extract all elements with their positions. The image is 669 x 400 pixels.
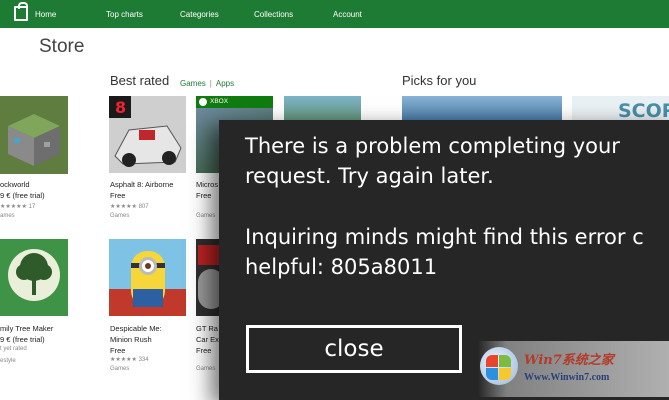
filter-apps-link[interactable]: Apps (216, 79, 234, 88)
app-rating: t yet rated (0, 346, 27, 352)
tree-icon (0, 239, 68, 316)
app-tile-blockworld[interactable] (0, 96, 68, 174)
app-price: Free (196, 346, 212, 355)
nav-top-charts[interactable]: Top charts (106, 0, 143, 28)
filter-separator: | (209, 79, 212, 88)
xbox-badge: XBOX (196, 96, 273, 108)
app-rating: ★★★★★ 807 (110, 204, 149, 210)
app-price: 9 € (free trial) (0, 335, 45, 344)
page-title: Store (39, 36, 85, 57)
watermark-title: Win7系统之家 (524, 353, 614, 368)
app-category: Games (196, 213, 216, 219)
app-price: Free (196, 191, 212, 200)
nav-collections[interactable]: Collections (254, 0, 293, 28)
app-name[interactable]: Despicable Me: (110, 324, 162, 333)
error-message-line2: request. Try again later. (245, 164, 494, 188)
app-rating: ★★★★★ 17 (0, 204, 36, 210)
app-price: Free (110, 191, 126, 200)
close-button[interactable]: close (246, 325, 462, 373)
nav-account[interactable]: Account (333, 0, 362, 28)
error-hint-line1: Inquiring minds might find this error c (245, 225, 644, 249)
svg-text:8: 8 (115, 98, 126, 117)
picks-heading[interactable]: Picks for you (402, 73, 476, 88)
xbox-icon (199, 98, 207, 106)
watermark: Win7系统之家 Www.Winwin7.com (478, 341, 669, 397)
nav-home[interactable]: Home (35, 0, 56, 28)
nav-categories[interactable]: Categories (180, 0, 219, 28)
best-rated-filter: Games | Apps (180, 79, 234, 88)
app-name[interactable]: ockworld (0, 180, 30, 189)
app-category: ames (0, 213, 15, 219)
app-price: Free (110, 346, 126, 355)
app-category: Games (110, 213, 130, 219)
app-name-line2: Minion Rush (110, 335, 152, 344)
error-message-line1: There is a problem completing your (245, 134, 620, 158)
windows-logo-icon (480, 347, 518, 385)
minion-icon (109, 239, 186, 316)
watermark-url: Www.Winwin7.com (524, 372, 610, 383)
error-code-line: helpful: 805a8011 (245, 255, 438, 279)
top-nav-bar: Home Top charts Categories Collections A… (0, 0, 669, 28)
app-category: estyle (0, 358, 16, 364)
app-category: Games (110, 366, 130, 372)
cube-icon (0, 96, 68, 174)
app-name[interactable]: Micros (196, 180, 218, 189)
app-tile-family-tree[interactable] (0, 239, 68, 316)
score-text: SCOR (618, 100, 669, 122)
app-category: Games (196, 366, 216, 372)
app-rating: ★★★★★ 334 (110, 357, 149, 363)
filter-games-link[interactable]: Games (180, 79, 206, 88)
app-name[interactable]: Asphalt 8: Airborne (110, 180, 173, 189)
race-car-icon: 8 (109, 96, 186, 173)
store-bag-icon[interactable] (14, 2, 28, 21)
app-name[interactable]: mily Tree Maker (0, 324, 53, 333)
best-rated-heading[interactable]: Best rated (110, 73, 169, 88)
app-tile-asphalt[interactable]: 8 (109, 96, 186, 173)
app-price: 9 € (free trial) (0, 191, 45, 200)
app-tile-despicable-me[interactable] (109, 239, 186, 316)
app-name[interactable]: GT Ra (196, 324, 218, 333)
